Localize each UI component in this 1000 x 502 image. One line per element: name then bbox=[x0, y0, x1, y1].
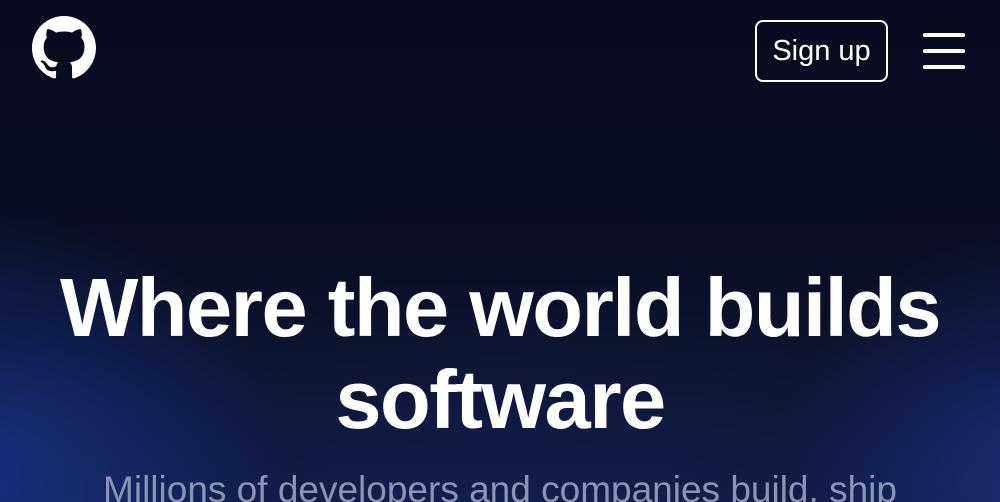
menu-bar-top bbox=[923, 33, 965, 37]
site-header: Sign up bbox=[0, 0, 1000, 100]
github-mark-icon bbox=[32, 16, 96, 79]
github-logo-icon[interactable] bbox=[32, 16, 96, 80]
menu-bar-bottom bbox=[923, 65, 965, 69]
hero-subtitle: Millions of developers and companies bui… bbox=[103, 469, 897, 502]
hero-title: Where the world builds software bbox=[59, 261, 942, 446]
hamburger-menu-icon[interactable] bbox=[920, 30, 968, 72]
sign-up-button[interactable]: Sign up bbox=[755, 20, 888, 82]
menu-bar-middle bbox=[923, 49, 965, 53]
github-landing-page: Sign up Where the world builds software … bbox=[0, 0, 1000, 502]
